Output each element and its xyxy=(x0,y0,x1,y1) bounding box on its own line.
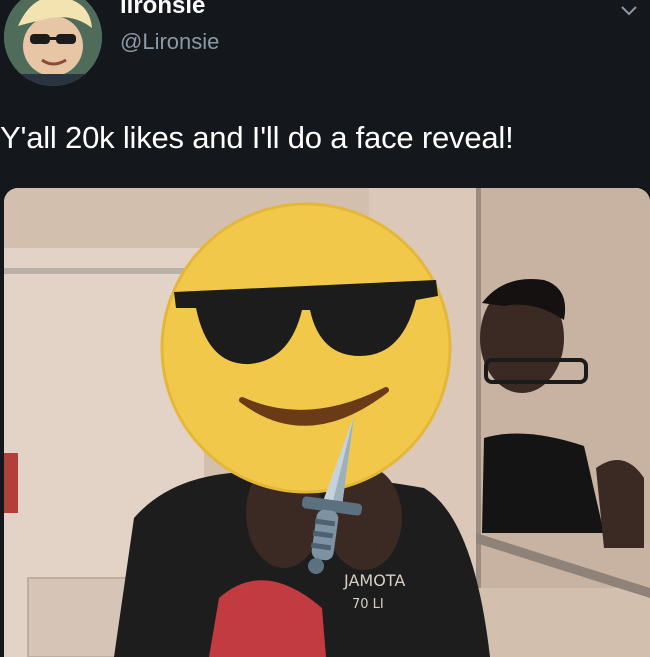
user-handle[interactable]: @Lironsie xyxy=(120,29,219,55)
svg-text:70 LI: 70 LI xyxy=(352,597,384,612)
tweet-header: lironsie @Lironsie xyxy=(0,0,650,110)
display-name[interactable]: lironsie xyxy=(120,0,205,20)
tweet-media-image[interactable]: JAMOTA 70 LI xyxy=(4,188,650,657)
avatar[interactable] xyxy=(4,0,102,86)
svg-text:JAMOTA: JAMOTA xyxy=(343,571,405,590)
photo-mirror-selfie: JAMOTA 70 LI xyxy=(4,188,650,657)
tweet-text: Y'all 20k likes and I'll do a face revea… xyxy=(0,120,514,155)
chevron-down-icon[interactable] xyxy=(618,0,640,22)
avatar-photo xyxy=(4,0,102,86)
